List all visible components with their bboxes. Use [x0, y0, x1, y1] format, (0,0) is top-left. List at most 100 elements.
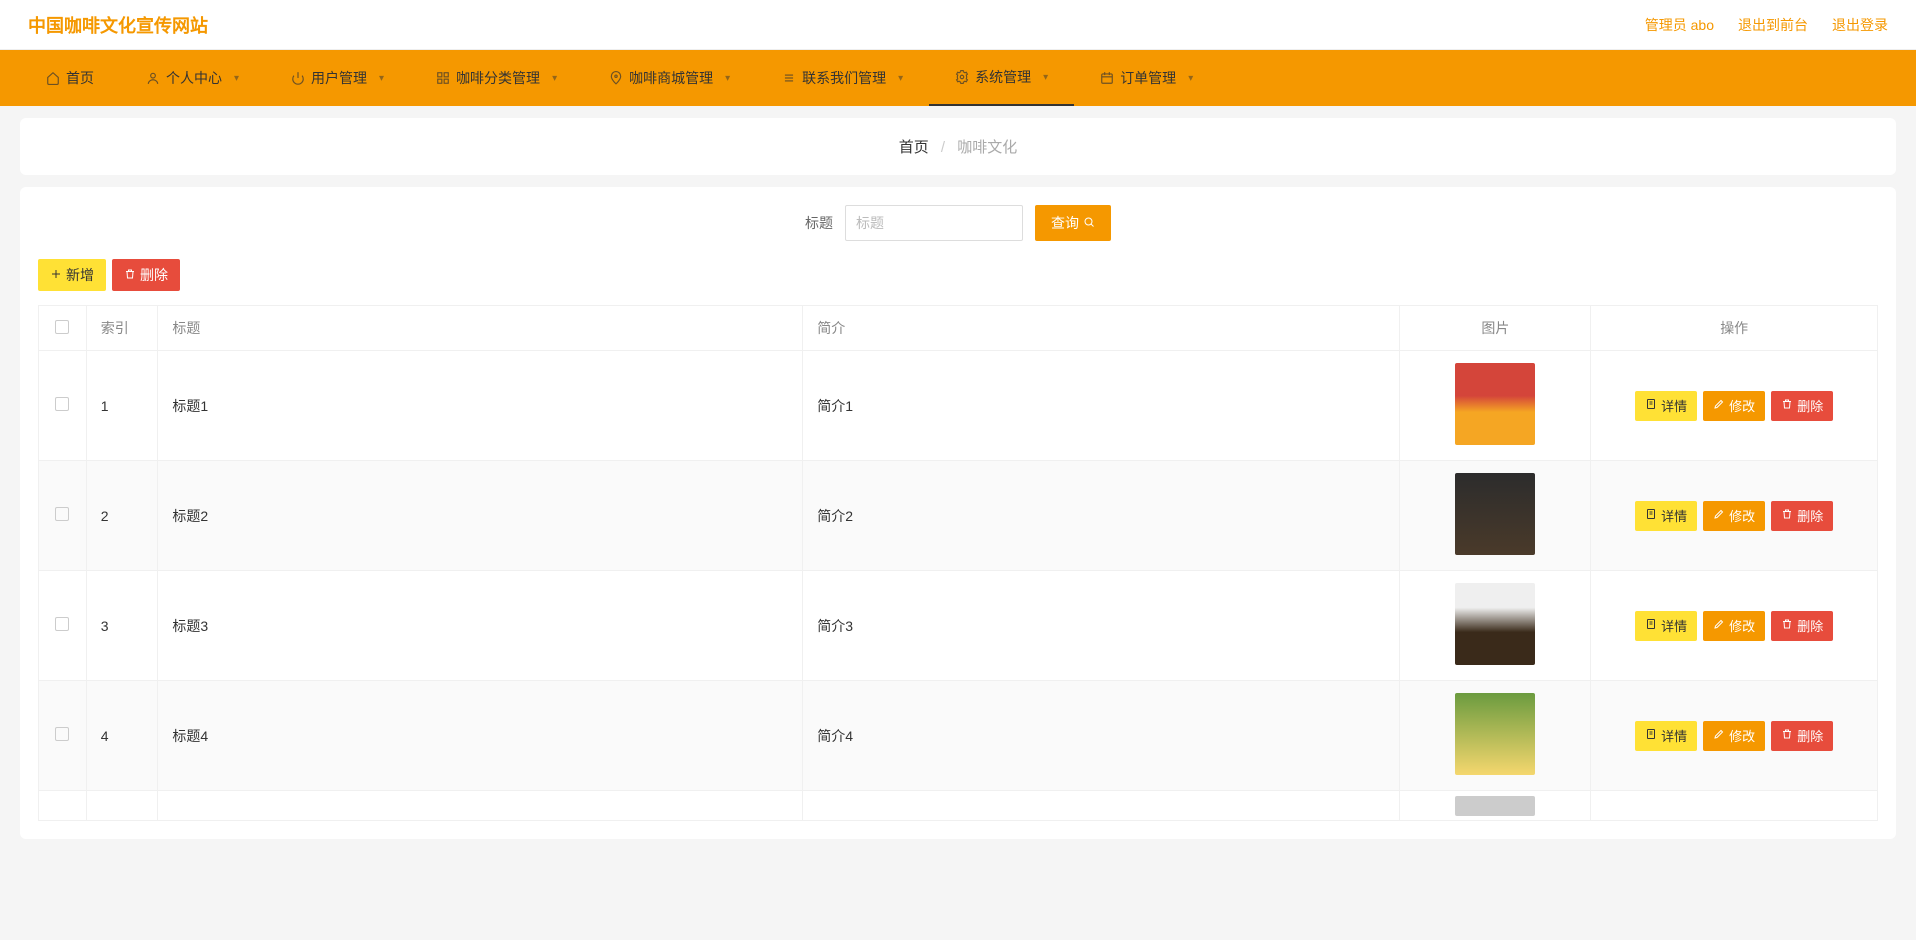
delete-button-label: 删除	[140, 265, 168, 285]
trash-icon	[124, 267, 136, 283]
row-checkbox[interactable]	[55, 397, 69, 411]
nav-profile[interactable]: 个人中心 ▾	[120, 50, 265, 106]
toolbar: 新增 删除	[20, 259, 1896, 305]
cell-title: 标题4	[158, 681, 803, 791]
trash-icon	[1781, 508, 1793, 523]
edit-icon	[1713, 728, 1725, 743]
detail-label: 详情	[1661, 616, 1687, 635]
row-checkbox[interactable]	[55, 507, 69, 521]
cell-intro: 简介4	[803, 681, 1400, 791]
pin-icon	[609, 71, 623, 85]
edit-icon	[1713, 508, 1725, 523]
edit-label: 修改	[1729, 616, 1755, 635]
nav-label: 咖啡商城管理	[629, 68, 713, 88]
site-logo: 中国咖啡文化宣传网站	[28, 12, 208, 38]
nav-contact-mgmt[interactable]: 联系我们管理 ▾	[756, 50, 929, 106]
row-delete-button[interactable]: 删除	[1771, 391, 1833, 421]
row-thumbnail[interactable]	[1455, 583, 1535, 665]
breadcrumb: 首页 / 咖啡文化	[20, 118, 1896, 175]
nav-label: 联系我们管理	[802, 68, 886, 88]
detail-button[interactable]: 详情	[1635, 501, 1697, 531]
nav-shop-mgmt[interactable]: 咖啡商城管理 ▾	[583, 50, 756, 106]
row-delete-button[interactable]: 删除	[1771, 501, 1833, 531]
edit-label: 修改	[1729, 396, 1755, 415]
logout-link[interactable]: 退出登录	[1832, 15, 1888, 35]
row-delete-label: 删除	[1797, 506, 1823, 525]
table-row: 1 标题1 简介1 详情 修改 删除	[39, 351, 1878, 461]
cell-intro: 简介3	[803, 571, 1400, 681]
breadcrumb-current: 咖啡文化	[957, 139, 1017, 156]
nav-label: 用户管理	[311, 68, 367, 88]
delete-button[interactable]: 删除	[112, 259, 180, 291]
search-label: 标题	[805, 213, 833, 233]
search-icon	[1083, 215, 1095, 231]
row-delete-label: 删除	[1797, 726, 1823, 745]
th-title: 标题	[158, 306, 803, 351]
table-row: 4 标题4 简介4 详情 修改 删除	[39, 681, 1878, 791]
row-thumbnail[interactable]	[1455, 796, 1535, 816]
grid-icon	[436, 71, 450, 85]
edit-button[interactable]: 修改	[1703, 501, 1765, 531]
detail-button[interactable]: 详情	[1635, 391, 1697, 421]
th-ops: 操作	[1591, 306, 1878, 351]
detail-label: 详情	[1661, 506, 1687, 525]
user-icon	[146, 71, 160, 85]
th-index: 索引	[86, 306, 158, 351]
cell-index: 3	[86, 571, 158, 681]
search-input[interactable]	[845, 205, 1023, 241]
detail-button[interactable]: 详情	[1635, 611, 1697, 641]
row-delete-label: 删除	[1797, 396, 1823, 415]
edit-icon	[1713, 618, 1725, 633]
edit-button[interactable]: 修改	[1703, 611, 1765, 641]
calendar-icon	[1100, 71, 1114, 85]
table-row	[39, 791, 1878, 821]
data-table: 索引 标题 简介 图片 操作 1 标题1 简介1 详情	[38, 305, 1878, 821]
chevron-down-icon: ▾	[1188, 73, 1193, 84]
edit-label: 修改	[1729, 726, 1755, 745]
cell-title: 标题2	[158, 461, 803, 571]
nav-system-mgmt[interactable]: 系统管理 ▾	[929, 50, 1074, 106]
chevron-down-icon: ▾	[234, 73, 239, 84]
add-button[interactable]: 新增	[38, 259, 106, 291]
breadcrumb-home[interactable]: 首页	[899, 139, 929, 156]
home-icon	[46, 71, 60, 85]
content-panel: 标题 查询 新增 删除 索引	[20, 187, 1896, 839]
detail-label: 详情	[1661, 396, 1687, 415]
doc-icon	[1645, 508, 1657, 523]
detail-button[interactable]: 详情	[1635, 721, 1697, 751]
nav-user-mgmt[interactable]: 用户管理 ▾	[265, 50, 410, 106]
cell-title: 标题3	[158, 571, 803, 681]
trash-icon	[1781, 618, 1793, 633]
row-thumbnail[interactable]	[1455, 363, 1535, 445]
cell-index: 4	[86, 681, 158, 791]
nav-order-mgmt[interactable]: 订单管理 ▾	[1074, 50, 1219, 106]
chevron-down-icon: ▾	[898, 73, 903, 84]
row-checkbox[interactable]	[55, 617, 69, 631]
search-button-label: 查询	[1051, 213, 1079, 233]
row-delete-button[interactable]: 删除	[1771, 721, 1833, 751]
admin-link[interactable]: 管理员 abo	[1645, 15, 1714, 35]
row-thumbnail[interactable]	[1455, 693, 1535, 775]
row-checkbox[interactable]	[55, 727, 69, 741]
search-button[interactable]: 查询	[1035, 205, 1111, 241]
doc-icon	[1645, 728, 1657, 743]
row-delete-button[interactable]: 删除	[1771, 611, 1833, 641]
doc-icon	[1645, 618, 1657, 633]
cell-title: 标题1	[158, 351, 803, 461]
nav-home[interactable]: 首页	[20, 50, 120, 106]
nav-category-mgmt[interactable]: 咖啡分类管理 ▾	[410, 50, 583, 106]
row-delete-label: 删除	[1797, 616, 1823, 635]
power-icon	[291, 71, 305, 85]
select-all-checkbox[interactable]	[55, 320, 69, 334]
search-row: 标题 查询	[20, 205, 1896, 259]
row-thumbnail[interactable]	[1455, 473, 1535, 555]
chevron-down-icon: ▾	[1043, 72, 1048, 83]
edit-button[interactable]: 修改	[1703, 391, 1765, 421]
breadcrumb-separator: /	[941, 139, 945, 156]
edit-button[interactable]: 修改	[1703, 721, 1765, 751]
nav-label: 系统管理	[975, 67, 1031, 87]
goto-front-link[interactable]: 退出到前台	[1738, 15, 1808, 35]
cell-intro: 简介1	[803, 351, 1400, 461]
doc-icon	[1645, 398, 1657, 413]
header-links: 管理员 abo 退出到前台 退出登录	[1645, 15, 1888, 35]
